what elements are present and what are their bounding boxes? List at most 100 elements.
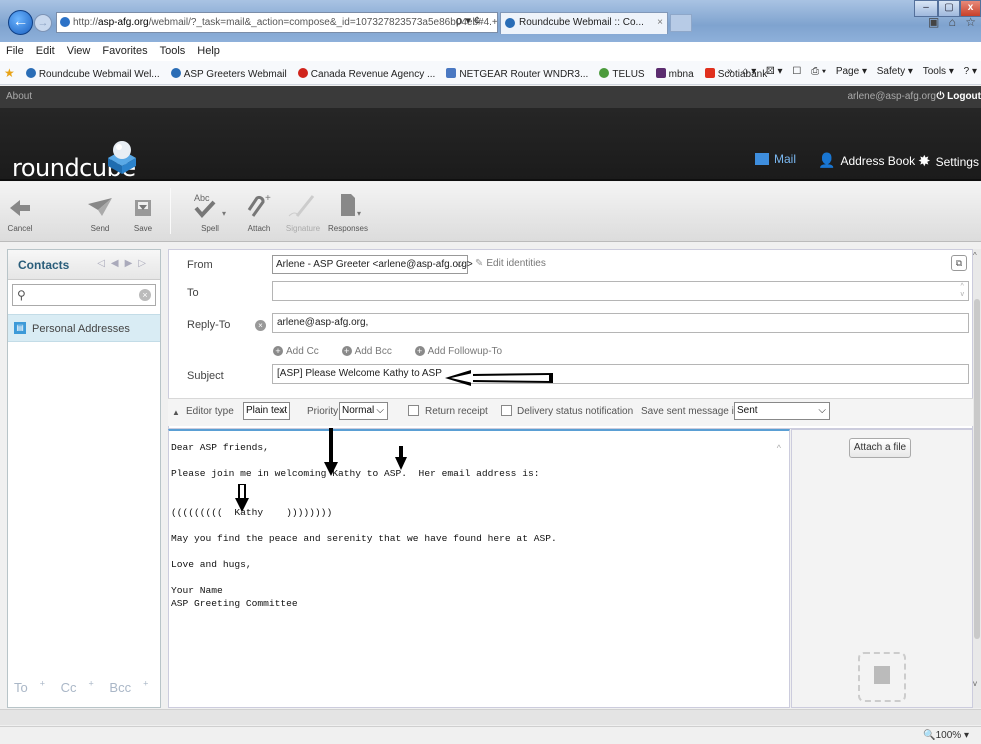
menu-view[interactable]: View bbox=[61, 42, 97, 57]
contacts-pager[interactable]: ◁◀▶▷ bbox=[97, 258, 152, 269]
about-link[interactable]: About bbox=[6, 91, 32, 102]
drop-zone[interactable] bbox=[858, 652, 906, 702]
scroll-up-icon[interactable]: ^ bbox=[973, 251, 977, 260]
cmd-more[interactable]: » bbox=[727, 66, 733, 77]
roundcube-logo-icon bbox=[108, 141, 136, 174]
cancel-button[interactable]: Cancel bbox=[6, 190, 34, 233]
annotation-arrow-down-icon bbox=[324, 428, 338, 476]
add-cc-link[interactable]: + Add Cc bbox=[273, 346, 329, 357]
menu-favorites[interactable]: Favorites bbox=[96, 42, 153, 57]
signature-button[interactable]: Signature bbox=[283, 190, 323, 233]
menu-tools[interactable]: Tools bbox=[154, 42, 192, 57]
collapse-triangle-icon[interactable]: ▲ bbox=[172, 408, 180, 417]
plus-circle-icon: + bbox=[414, 346, 425, 356]
nav-settings[interactable]: ✸ Settings bbox=[918, 152, 979, 170]
fav-roundcube[interactable]: Roundcube Webmail Wel... bbox=[22, 63, 164, 80]
compose-options-bar: ▲ Editor type Plain text ⌵ Priority Norma… bbox=[168, 398, 973, 426]
body-line: Dear ASP friends, bbox=[171, 442, 269, 453]
browser-tab[interactable]: Roundcube Webmail :: Co... × bbox=[500, 12, 668, 34]
logout-link[interactable]: ⏻ Logout bbox=[936, 91, 981, 102]
cmd-help[interactable]: ? ▾ bbox=[964, 66, 977, 77]
fav-telus[interactable]: TELUS bbox=[595, 63, 648, 80]
message-body-editor[interactable]: Dear ASP friends, Please join me in welco… bbox=[168, 429, 790, 708]
fav-label: TELUS bbox=[612, 69, 645, 80]
reply-to-field[interactable]: arlene@asp-afg.org, bbox=[272, 313, 969, 333]
search-reset-icon[interactable]: × bbox=[139, 289, 151, 301]
popout-icon[interactable]: ⧉ bbox=[951, 255, 967, 271]
add-to-button[interactable]: To + bbox=[14, 679, 45, 695]
forward-button[interactable]: → bbox=[34, 14, 52, 32]
delivery-status-checkbox[interactable] bbox=[501, 405, 512, 416]
page-vertical-scrollbar[interactable]: ^ v bbox=[973, 249, 981, 708]
cmd-page[interactable]: Page ▾ bbox=[836, 66, 867, 77]
scroll-down-icon[interactable]: v bbox=[973, 679, 977, 688]
cmd-mail[interactable]: ☐ bbox=[792, 66, 801, 77]
subject-field[interactable]: [ASP] Please Welcome Kathy to ASP bbox=[272, 364, 969, 384]
address-tools[interactable]: ρ ▾ ¢ bbox=[456, 12, 498, 33]
cmd-home[interactable]: ⌂ ▾ bbox=[742, 66, 756, 77]
home-favorites-icons[interactable]: ▣ ⌂ ☆ ✿ bbox=[928, 15, 981, 29]
scroll-thumb[interactable] bbox=[974, 299, 980, 639]
annotation-arrow-left-icon bbox=[445, 370, 553, 386]
attach-file-button[interactable]: Attach a file bbox=[849, 438, 911, 458]
cmd-tools[interactable]: Tools ▾ bbox=[923, 66, 954, 77]
to-field[interactable]: ^ v bbox=[272, 281, 969, 301]
attach-label: Attach bbox=[247, 224, 271, 233]
browser-titlebar: ← → http://asp-afg.org/webmail/?_task=ma… bbox=[0, 0, 981, 42]
return-receipt-checkbox[interactable] bbox=[408, 405, 419, 416]
body-line bbox=[171, 519, 557, 532]
message-body-text[interactable]: Dear ASP friends, Please join me in welco… bbox=[171, 441, 557, 610]
new-tab-button[interactable] bbox=[670, 14, 692, 32]
menu-file[interactable]: File bbox=[0, 42, 30, 57]
from-select[interactable]: Arlene - ASP Greeter <arlene@asp-afg.org… bbox=[272, 255, 473, 274]
favorites-bar: ★ Roundcube Webmail Wel... ASP Greeters … bbox=[0, 61, 981, 85]
spell-button[interactable]: Abc ▾ Spell bbox=[190, 190, 230, 233]
nav-address-book[interactable]: 👤 Address Book bbox=[818, 152, 915, 169]
edit-identities-label: Edit identities bbox=[486, 258, 546, 269]
menu-help[interactable]: Help bbox=[191, 42, 226, 57]
body-line: ASP Greeting Committee bbox=[171, 598, 298, 609]
priority-select[interactable]: Normal ⌵ bbox=[339, 402, 388, 420]
nav-mail[interactable]: Mail bbox=[755, 152, 796, 166]
fav-cra[interactable]: Canada Revenue Agency ... bbox=[294, 63, 440, 80]
add-cc-button[interactable]: Cc + bbox=[61, 679, 94, 695]
fav-mbna[interactable]: mbna bbox=[652, 63, 698, 80]
mbna-icon bbox=[655, 68, 666, 78]
page-horizontal-scrollbar[interactable] bbox=[0, 709, 981, 725]
responses-button[interactable]: ▾ Responses bbox=[327, 190, 369, 233]
editor-type-select[interactable]: Plain text ⌵ bbox=[243, 402, 290, 420]
save-button[interactable]: Save bbox=[129, 190, 157, 233]
cmd-print[interactable]: ⎙ ▾ bbox=[811, 66, 826, 77]
address-bar[interactable]: http://asp-afg.org/webmail/?_task=mail&_… bbox=[56, 12, 498, 33]
send-button[interactable]: Send bbox=[86, 190, 114, 233]
cmd-safety[interactable]: Safety ▾ bbox=[877, 66, 913, 77]
fav-asp-greeters[interactable]: ASP Greeters Webmail bbox=[167, 63, 291, 80]
add-cc-link-label: Add Cc bbox=[286, 346, 319, 357]
mail-icon bbox=[755, 153, 769, 165]
gear-icon: ✸ bbox=[918, 153, 931, 170]
cmd-feeds[interactable]: ⚄ ▾ bbox=[766, 66, 783, 77]
send-label: Send bbox=[90, 224, 110, 233]
group-personal-addresses[interactable]: ▤ Personal Addresses bbox=[8, 314, 160, 342]
body-scroll-up-icon[interactable]: ^ bbox=[777, 443, 781, 453]
responses-document-icon: ▾ bbox=[341, 194, 361, 218]
responses-label: Responses bbox=[327, 224, 369, 233]
contacts-search-box[interactable]: ⚲ × bbox=[12, 284, 156, 306]
add-followup-link[interactable]: + Add Followup-To bbox=[414, 346, 512, 357]
subject-value: [ASP] Please Welcome Kathy to ASP bbox=[277, 368, 442, 379]
save-sent-select[interactable]: Sent ⌵ bbox=[734, 402, 830, 420]
remove-reply-to-icon[interactable]: × bbox=[255, 320, 266, 331]
favorites-star-icon[interactable]: ★ bbox=[0, 61, 19, 80]
add-bcc-button[interactable]: Bcc + bbox=[109, 679, 148, 695]
tab-close-icon[interactable]: × bbox=[657, 13, 663, 33]
svg-text:▾: ▾ bbox=[222, 209, 226, 218]
compose-toolbar: Cancel Send Save Abc ▾ Spell + Attach Sig… bbox=[0, 182, 981, 242]
menu-edit[interactable]: Edit bbox=[30, 42, 61, 57]
panel-splitter[interactable] bbox=[163, 249, 167, 708]
zoom-level[interactable]: 🔍100% ▾ bbox=[923, 730, 969, 741]
attach-button[interactable]: + Attach bbox=[243, 190, 275, 233]
back-button[interactable]: ← bbox=[8, 10, 33, 35]
edit-identities-link[interactable]: ✎ Edit identities bbox=[475, 258, 546, 269]
fav-netgear[interactable]: NETGEAR Router WNDR3... bbox=[442, 63, 592, 80]
add-bcc-link[interactable]: + Add Bcc bbox=[341, 346, 402, 357]
